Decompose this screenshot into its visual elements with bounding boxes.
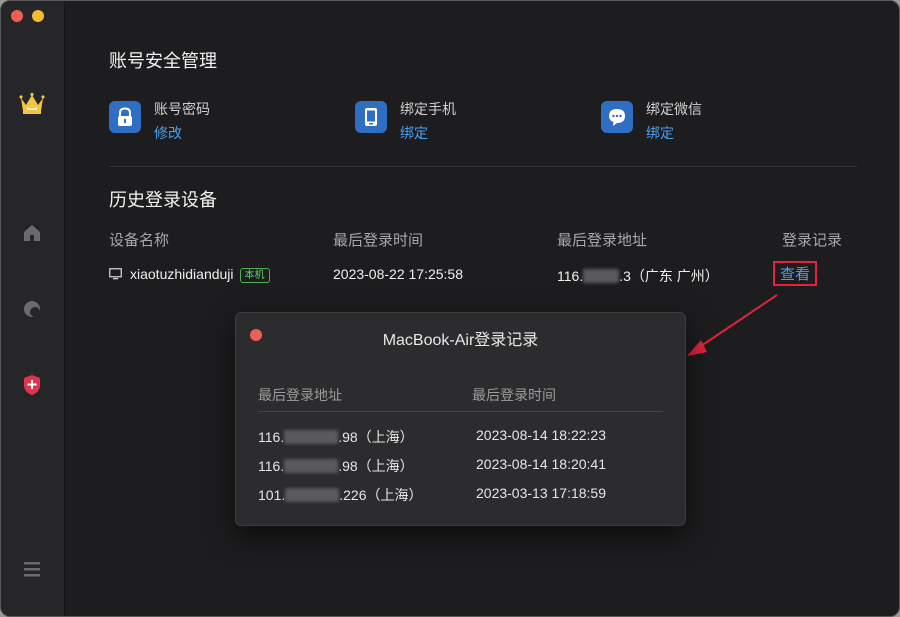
dialog-row-time: 2023-08-14 18:20:41 (476, 456, 606, 472)
login-records-dialog: MacBook-Air登录记录 最后登录地址 最后登录时间 116. .98（上海… (235, 312, 686, 526)
dialog-col-address: 最后登录地址 (258, 387, 342, 403)
ip-prefix: 101. (258, 487, 286, 503)
ip-suffix: .226（上海） (339, 487, 423, 503)
dialog-row-time: 2023-03-13 17:18:59 (476, 485, 606, 501)
dialog-header-divider (258, 411, 663, 412)
dialog-row-address: 101. .226（上海） (258, 485, 423, 505)
dialog-title: MacBook-Air登录记录 (382, 332, 539, 349)
dialog-row-address: 116. .98（上海） (258, 456, 414, 476)
ip-suffix: .98（上海） (338, 458, 414, 474)
ip-prefix: 116. (258, 429, 285, 445)
redacted-ip (284, 430, 339, 444)
dialog-row-address: 116. .98（上海） (258, 427, 414, 447)
redacted-ip (285, 488, 340, 502)
app-window: 账号安全管理 账号密码 修改 绑定手机 绑定 绑定微信 绑定 历史登录设备 设备… (0, 0, 900, 617)
dialog-col-time: 最后登录时间 (472, 387, 556, 403)
dialog-row-time: 2023-08-14 18:22:23 (476, 427, 606, 443)
redacted-ip (284, 459, 339, 473)
ip-prefix: 116. (258, 458, 285, 474)
ip-suffix: .98（上海） (338, 429, 414, 445)
